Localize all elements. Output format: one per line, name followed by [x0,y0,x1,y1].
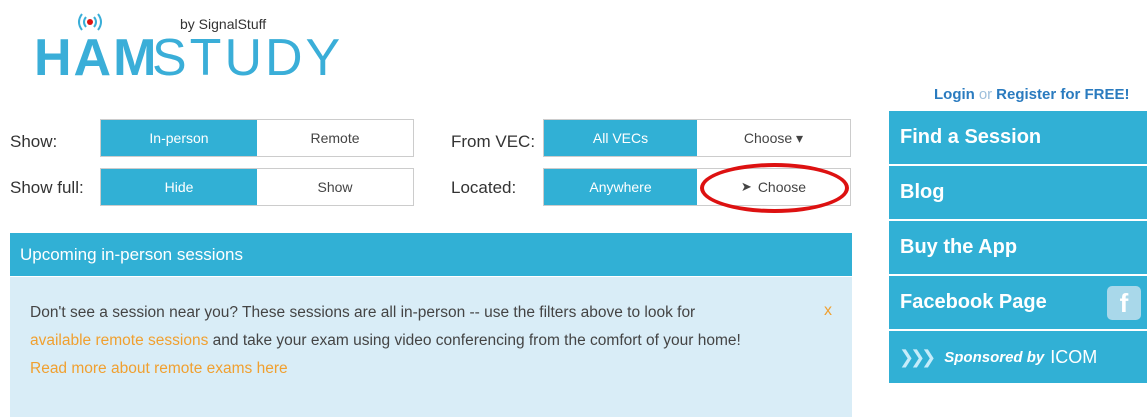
account-links: Login or Register for FREE! [934,86,1130,103]
from-vec-toggle: All VECs Choose ▾ [543,119,851,157]
logo-by-signalstuff: by SignalStuff [180,16,267,32]
remote-sessions-alert: Don't see a session near you? These sess… [10,277,852,417]
hide-full-button[interactable]: Hide [101,169,257,205]
from-vec-label: From VEC: [451,132,536,151]
nav-blog-label: Blog [900,181,945,203]
side-nav: Find a Session Blog Buy the App Facebook… [889,111,1147,411]
chevrons-icon: ❯❯❯ [899,346,936,367]
nav-facebook-page[interactable]: Facebook Page f [889,276,1147,331]
icom-logo: ICOM [1050,346,1098,367]
login-link[interactable]: Login [934,86,975,103]
close-alert-button[interactable]: x [824,297,832,325]
alert-text-before: Don't see a session near you? These sess… [30,304,696,321]
highlight-annotation [700,163,849,213]
hamstudy-logo[interactable]: HAM STUDY by SignalStuff [34,10,340,90]
located-label: Located: [451,178,517,197]
show-in-person-button[interactable]: In-person [101,120,257,156]
read-more-link[interactable]: Read more about remote exams here [30,360,288,377]
nav-buy-app[interactable]: Buy the App [889,221,1147,276]
or-text: or [978,86,993,103]
remote-sessions-link[interactable]: available remote sessions [30,332,208,349]
sponsor-banner[interactable]: ❯❯❯ Sponsored by ICOM [889,331,1147,383]
nav-find-session[interactable]: Find a Session [889,111,1147,166]
facebook-icon: f [1107,286,1141,320]
show-full-button[interactable]: Show [257,169,413,205]
choose-vec-dropdown[interactable]: Choose ▾ [697,120,850,156]
show-label: Show: [10,132,58,151]
show-full-label: Show full: [10,178,84,197]
logo-study: STUDY [152,29,344,87]
show-full-toggle: Hide Show [100,168,414,206]
logo-ham: HAM [34,29,159,87]
panel-title: Upcoming in-person sessions [20,244,243,264]
anywhere-button[interactable]: Anywhere [544,169,697,205]
show-toggle: In-person Remote [100,119,414,157]
register-link[interactable]: Register for FREE! [996,86,1129,103]
nav-blog[interactable]: Blog [889,166,1147,221]
sponsor-text: Sponsored by [944,348,1045,366]
nav-facebook-label: Facebook Page [900,291,1047,313]
alert-text-after: and take your exam using video conferenc… [208,332,741,349]
panel-header: Upcoming in-person sessions [10,233,852,276]
nav-buy-app-label: Buy the App [900,236,1018,258]
show-remote-button[interactable]: Remote [257,120,413,156]
all-vecs-button[interactable]: All VECs [544,120,697,156]
nav-find-session-label: Find a Session [900,126,1042,148]
